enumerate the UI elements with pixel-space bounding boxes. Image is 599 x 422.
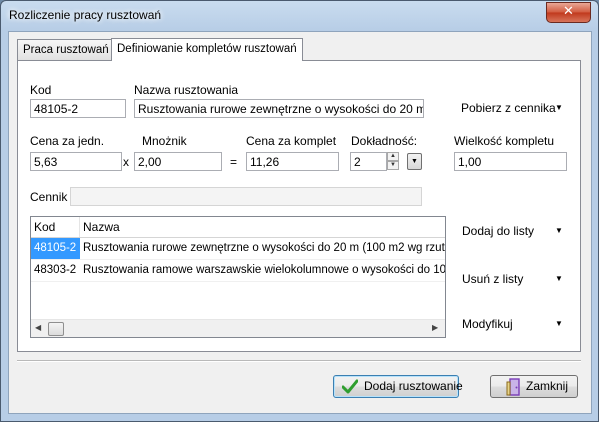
spin-down-icon[interactable]: ▼ [387, 161, 399, 170]
usun-z-listy-button[interactable]: Usuń z listy ▼ [462, 272, 563, 286]
pobierz-z-cennika-button[interactable]: Pobierz z cennika ▼ [461, 101, 563, 115]
cena-label: Cena za jedn. [30, 134, 105, 148]
scroll-thumb[interactable] [48, 322, 64, 336]
cena-komplet-label: Cena za komplet [246, 134, 337, 148]
table-header: Kod Nazwa [31, 217, 445, 238]
dodaj-do-listy-label: Dodaj do listy [462, 224, 535, 238]
usun-z-listy-label: Usuń z listy [462, 272, 524, 286]
divider [17, 360, 581, 362]
cell-nazwa[interactable]: Rusztowania rurowe zewnętrzne o wysokośc… [80, 238, 445, 259]
wielkosc-label: Wielkość kompletu [454, 134, 555, 148]
cena-komplet-field: 11,26 [246, 152, 339, 171]
cell-nazwa[interactable]: Rusztowania ramowe warszawskie wielokolu… [80, 260, 445, 281]
table-row[interactable]: 48303-2 Rusztowania ramowe warszawskie w… [31, 260, 445, 282]
title-bar: Rozliczenie pracy rusztowań ✕ [1, 1, 598, 30]
window-title: Rozliczenie pracy rusztowań [9, 8, 162, 22]
dokladnosc-label: Dokładność: [351, 134, 418, 148]
chevron-down-icon: ▼ [555, 103, 563, 112]
chevron-down-icon: ▼ [555, 226, 563, 235]
column-header-kod[interactable]: Kod [31, 217, 80, 237]
spin-up-icon[interactable]: ▲ [387, 152, 399, 161]
dokladnosc-spinner[interactable]: ▲ ▼ [387, 152, 399, 171]
cena-field[interactable]: 5,63 [30, 152, 122, 171]
zamknij-button[interactable]: Zamknij [490, 375, 578, 398]
chevron-down-icon: ▼ [555, 274, 563, 283]
close-icon[interactable]: ✕ [546, 2, 591, 23]
mnoznik-field[interactable]: 2,00 [134, 152, 222, 171]
mnoznik-label: Mnożnik [142, 134, 187, 148]
dodaj-do-listy-button[interactable]: Dodaj do listy ▼ [462, 224, 563, 238]
column-header-nazwa[interactable]: Nazwa [80, 217, 443, 237]
nazwa-label: Nazwa rusztowania [134, 83, 239, 97]
pobierz-label: Pobierz z cennika [461, 101, 556, 115]
tab-definiowanie-kompletow[interactable]: Definiowanie kompletów rusztowań [111, 38, 303, 61]
dialog-client: Praca rusztowań Definiowanie kompletów r… [8, 31, 592, 414]
cennik-label: Cennik [30, 190, 68, 204]
rusztowania-table[interactable]: Kod Nazwa 48105-2 Rusztowania rurowe zew… [30, 216, 446, 338]
horizontal-scrollbar[interactable]: ◀ ▶ [31, 319, 445, 337]
tab-praca-rusztowan[interactable]: Praca rusztowań [17, 39, 115, 60]
modyfikuj-label: Modyfikuj [462, 317, 513, 331]
dodaj-rusztowanie-button[interactable]: Dodaj rusztowanie [333, 375, 463, 398]
cell-kod[interactable]: 48303-2 [31, 260, 80, 281]
table-row[interactable]: 48105-2 Rusztowania rurowe zewnętrzne o … [31, 238, 445, 260]
dokladnosc-field[interactable]: 2 [350, 152, 387, 171]
kod-label: Kod [30, 83, 52, 97]
dodaj-rusztowanie-label: Dodaj rusztowanie [364, 379, 463, 393]
equals-sign: = [230, 155, 238, 169]
scroll-left-icon[interactable]: ◀ [35, 323, 41, 332]
dokladnosc-dropdown-icon[interactable]: ▼ [407, 153, 422, 170]
multiply-sign: x [123, 155, 129, 169]
kod-field[interactable]: 48105-2 [30, 99, 126, 118]
nazwa-field[interactable]: Rusztowania rurowe zewnętrzne o wysokośc… [134, 99, 424, 118]
zamknij-label: Zamknij [526, 379, 569, 393]
door-exit-icon [506, 378, 520, 396]
chevron-down-icon: ▼ [555, 319, 563, 328]
modyfikuj-button[interactable]: Modyfikuj ▼ [462, 317, 563, 331]
cell-kod[interactable]: 48105-2 [31, 238, 80, 259]
wielkosc-field[interactable]: 1,00 [454, 152, 567, 171]
dialog-window: Rozliczenie pracy rusztowań ✕ Praca rusz… [0, 0, 599, 422]
checkmark-icon [342, 379, 358, 394]
scroll-right-icon[interactable]: ▶ [432, 323, 438, 332]
cennik-field [70, 187, 422, 206]
